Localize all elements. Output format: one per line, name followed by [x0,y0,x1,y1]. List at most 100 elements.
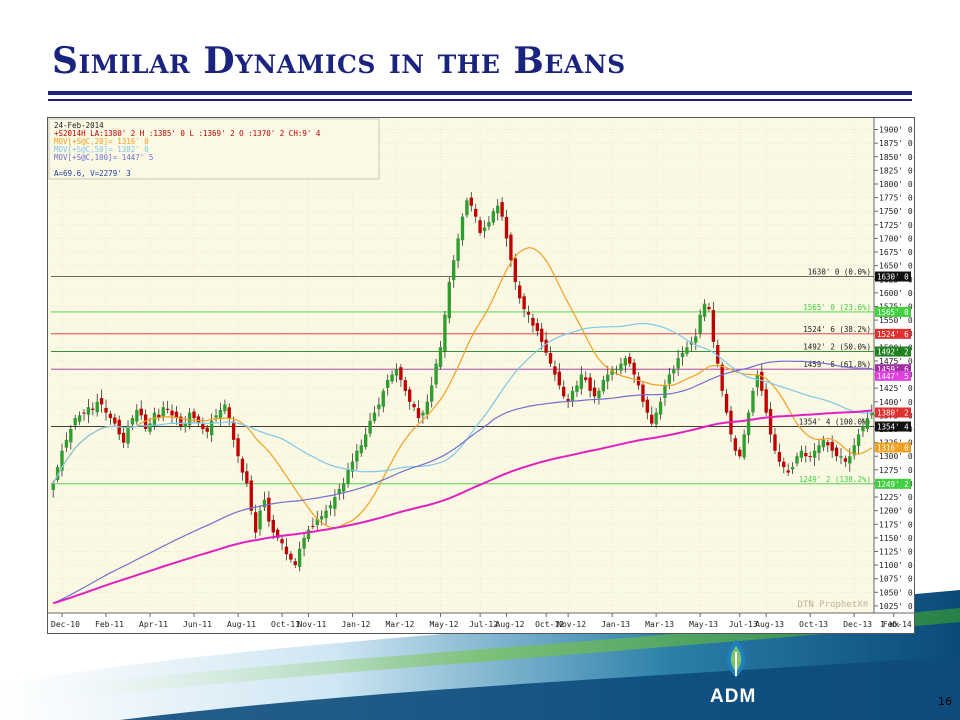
price-tag-label: 1565' 0 [877,308,909,317]
candle-body [562,386,566,397]
fib-level-label: 1630' 0 (0.0%) [808,268,871,277]
x-tick-label: Aug-12 [496,620,525,629]
candle-body [77,415,82,422]
candle-body [139,408,143,416]
candle-body [267,497,271,522]
candle-body [702,303,707,317]
price-tag-label: 1249' 2 [877,480,909,489]
y-tick-label: 1225' 0 [879,493,913,502]
candle-body [394,369,399,376]
candle-body [720,364,724,391]
y-tick-label: 1300' 0 [879,452,913,461]
candle-body [518,285,522,299]
candle-body [364,434,368,448]
candle-body [742,434,746,458]
candle-body [482,227,487,232]
candle-body [553,366,557,375]
candle-body [764,389,768,413]
candle-body [694,336,698,343]
y-tick-label: 1675' 0 [879,248,913,257]
price-chart: 1630' 0 (0.0%) 1565' 0 (23.6%) 1524' 6 (38… [47,117,915,634]
candle-body [707,306,711,310]
title-rule-thin [48,99,912,101]
candle-body [416,408,421,419]
candle-body [438,347,443,368]
adm-logo-text: ADM [710,686,757,707]
candle-body [372,412,377,421]
candle-body [786,470,790,473]
candle-body [170,410,174,416]
candle-body [685,347,689,354]
candle-body [698,314,702,334]
y-tick-label: 1075' 0 [879,575,913,584]
candle-body [82,412,86,414]
candle-body [368,420,372,434]
fib-level-label: 1354' 4 (100.0%) [799,418,871,427]
candle-body [390,374,394,382]
y-tick-label: 1725' 0 [879,221,913,230]
candle-body [680,352,685,358]
candle-body [812,450,817,458]
candle-body [513,258,517,282]
candle-body [861,426,865,432]
candle-body [504,216,509,239]
candle-body [214,415,218,418]
candle-body [817,445,821,453]
candle-body [865,418,870,429]
candle-body [152,412,157,427]
candle-body [408,389,412,402]
candle-body [658,401,663,415]
price-tag-label: 1524' 6 [877,330,909,339]
candle-body [346,469,350,484]
candle-body [755,374,760,388]
fib-level-label: 1524' 6 (38.2%) [803,325,871,334]
candle-body [201,423,205,429]
candle-body [623,358,628,366]
candle-body [183,423,187,427]
candle-body [359,445,363,454]
candle-body [51,483,55,490]
candle-body [104,407,108,413]
candle-body [601,379,606,392]
y-tick-label: 1200' 0 [879,507,913,516]
candle-body [830,441,834,451]
candle-body [676,358,680,369]
price-tag-label: 1447' 5 [877,372,909,381]
candle-body [509,234,513,261]
y-tick-label: 1900' 0 [879,126,913,135]
adm-leaf-icon [726,640,746,678]
title-rule-thick [48,91,912,95]
candle-body [570,390,575,401]
y-tick-label: 1400' 0 [879,398,913,407]
y-tick-label: 1425' 0 [879,384,913,393]
candle-body [148,423,152,432]
candle-body [826,442,830,446]
candle-body [297,548,302,567]
price-tag-label: 1630' 0 [877,273,909,282]
candle-body [782,461,786,468]
price-tag-label: 1380' 2 [877,409,909,418]
candle-body [192,411,196,419]
y-tick-label: 1700' 0 [879,234,913,243]
candle-body [645,399,650,413]
candle-body [443,314,447,352]
candle-body [126,426,130,444]
y-tick-label: 1875' 0 [879,139,913,148]
candle-body [341,483,346,492]
x-tick-label: Oct-13 [799,620,828,629]
candle-body [588,377,592,391]
candle-body [284,546,289,555]
candle-body [262,499,267,508]
candle-body [280,539,284,544]
candle-body [773,434,777,451]
x-tick-label: May-13 [689,620,718,629]
x-tick-label: Nov-11 [297,620,326,629]
candle-body [821,439,826,448]
candle-body [64,439,69,448]
candle-body [548,353,553,364]
moving-average-line [52,409,872,605]
y-tick-label: 1100' 0 [879,561,913,570]
candle-body [86,407,91,415]
candle-body [848,456,852,464]
candle-body [227,407,231,419]
